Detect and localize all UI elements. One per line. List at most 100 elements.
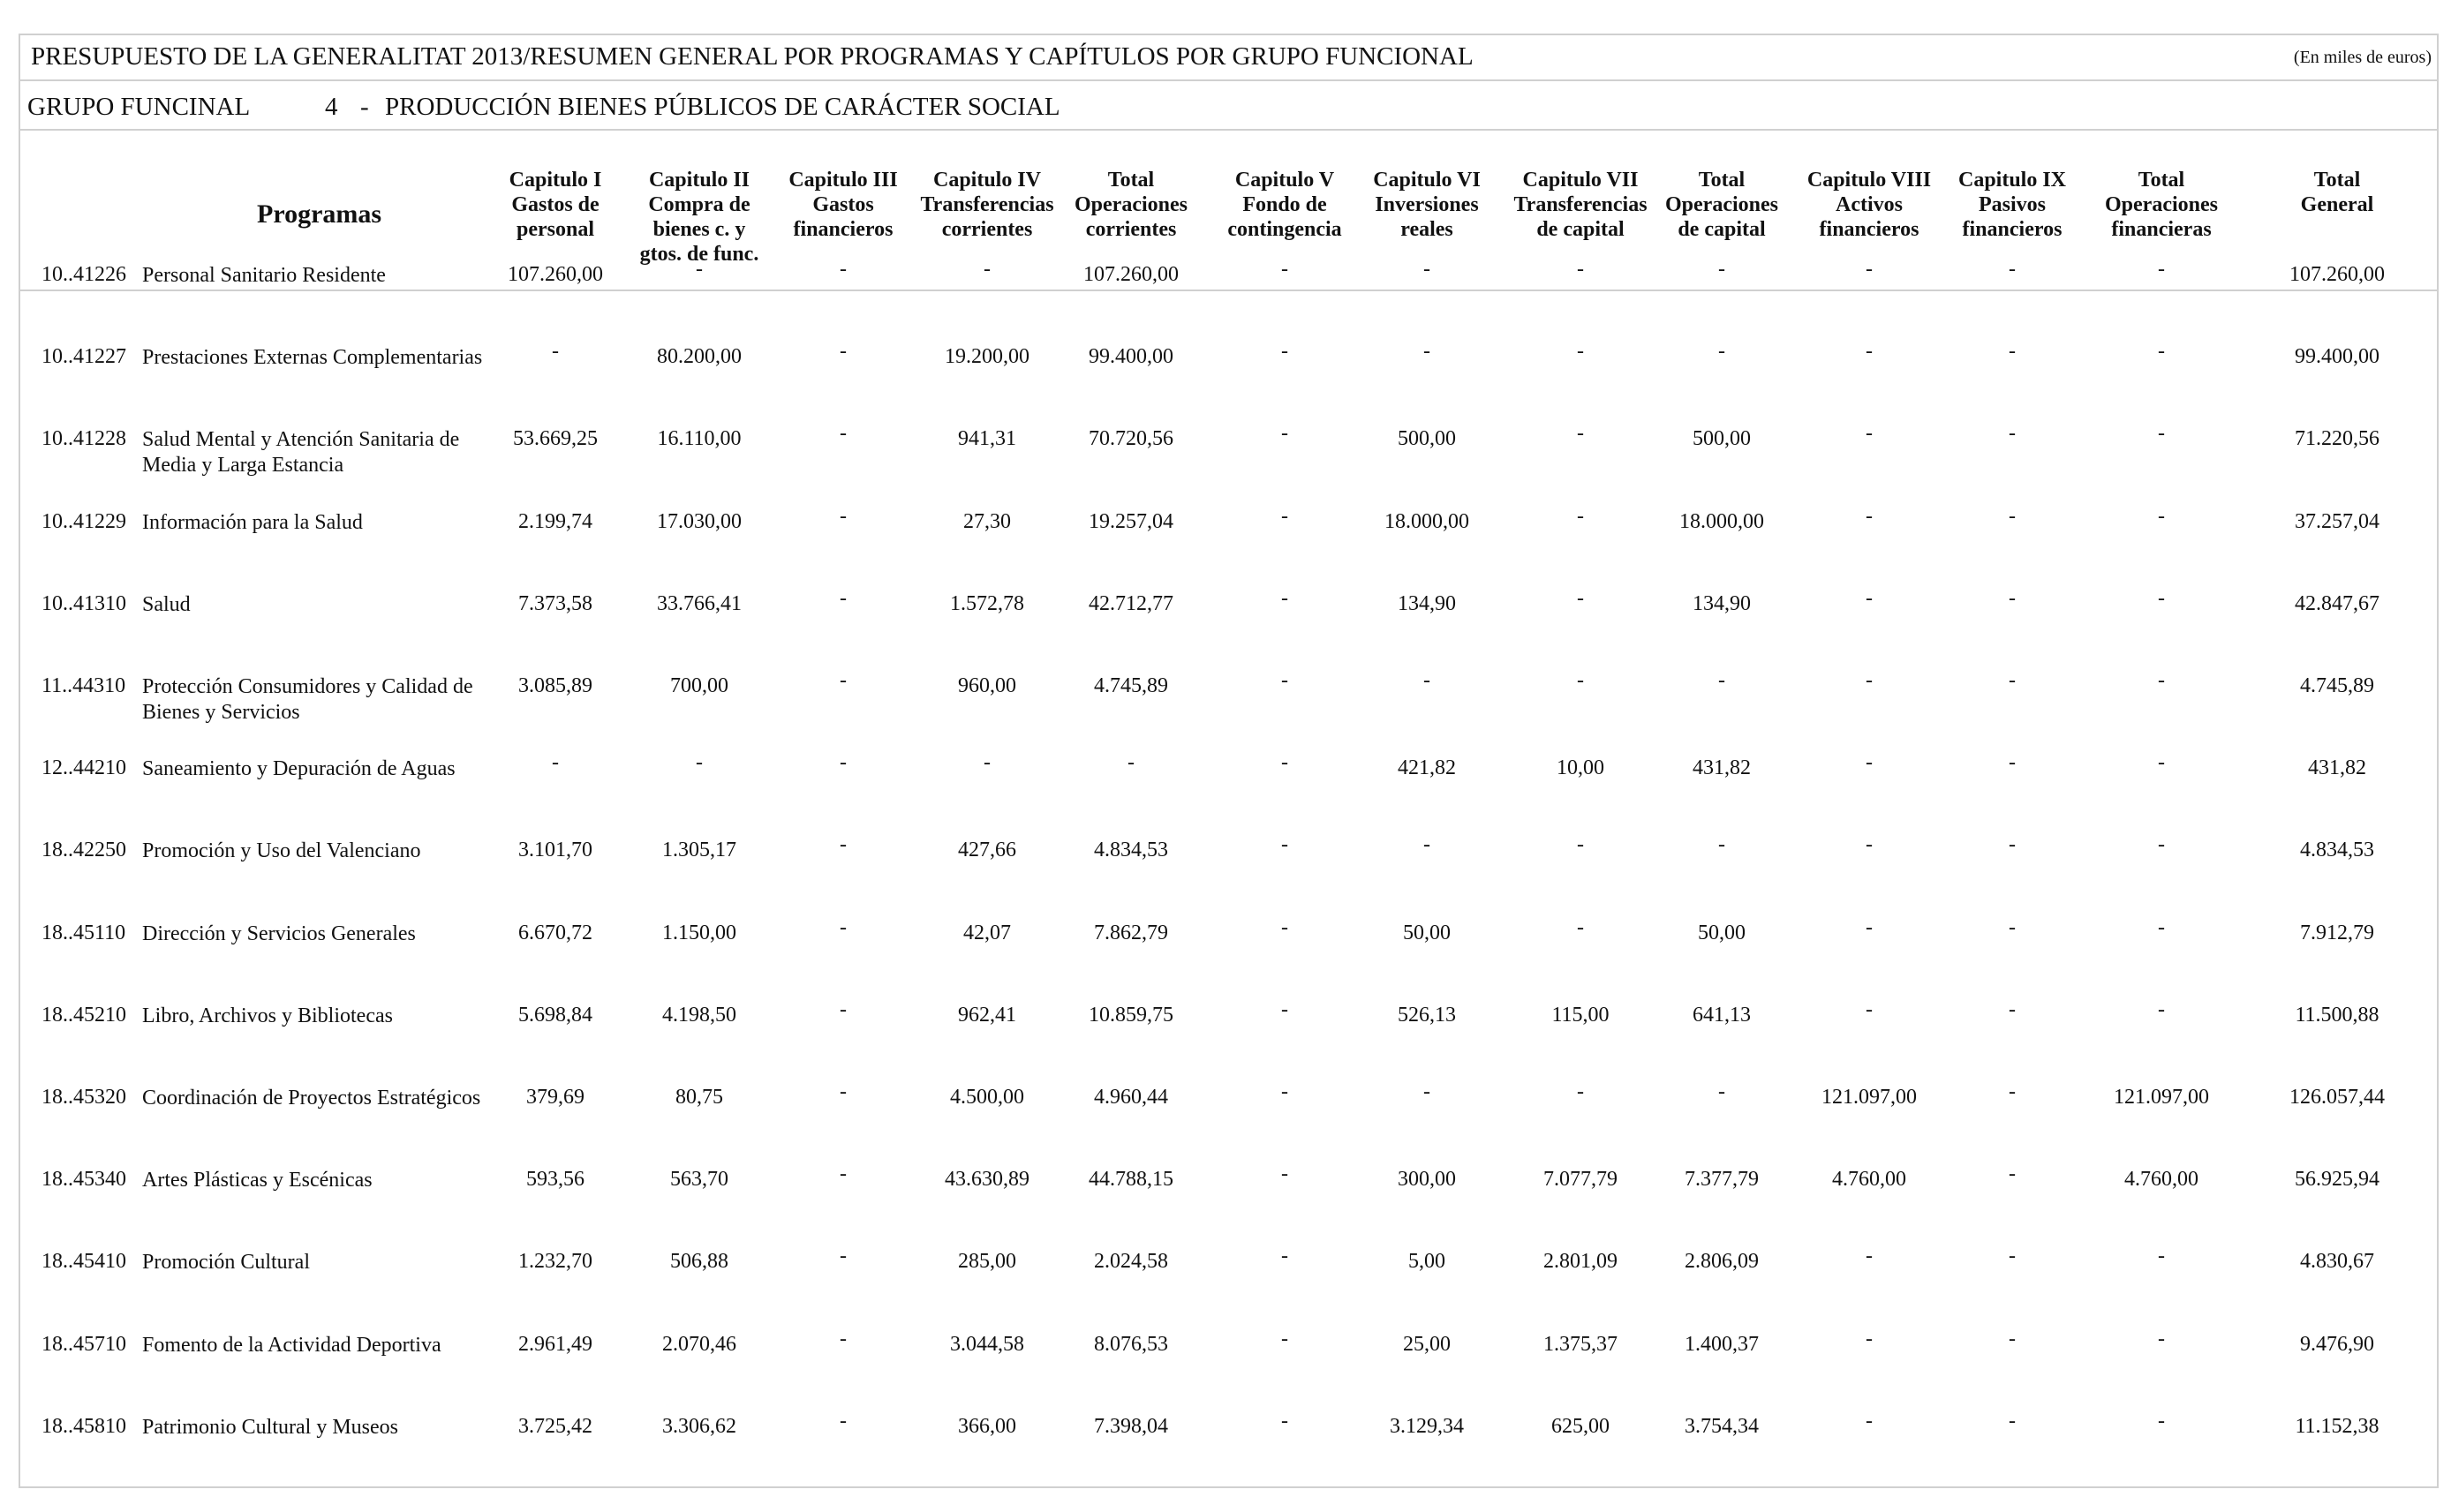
table-cell: - bbox=[1866, 1409, 1873, 1433]
table-cell: - bbox=[840, 833, 847, 857]
table-cell: - bbox=[840, 1162, 847, 1186]
table-cell: 3.129,34 bbox=[1390, 1414, 1464, 1438]
table-cell: - bbox=[840, 422, 847, 446]
table-cell: - bbox=[1866, 422, 1873, 446]
table-cell: - bbox=[1577, 586, 1584, 610]
table-row: 18..45710 Fomento de la Actividad Deporti… bbox=[20, 1328, 2437, 1415]
table-cell: 1.150,00 bbox=[662, 921, 736, 944]
table-cell: - bbox=[1577, 1080, 1584, 1103]
table-row: 18..45410 Promoción Cultural 1.232,70 506,8… bbox=[20, 1245, 2437, 1332]
program-code: 18..45320 bbox=[41, 1086, 126, 1109]
table-cell: 70.720,56 bbox=[1089, 427, 1173, 451]
table-cell: - bbox=[1281, 1162, 1288, 1186]
table-cell: - bbox=[1866, 340, 1873, 364]
table-cell: 1.572,78 bbox=[950, 591, 1024, 615]
table-cell: 18.000,00 bbox=[1384, 509, 1469, 533]
table-cell: 18.000,00 bbox=[1679, 509, 1764, 533]
table-cell: 4.500,00 bbox=[950, 1086, 1024, 1109]
table-cell: 25,00 bbox=[1403, 1332, 1451, 1356]
column-header: Total Operaciones corrientes bbox=[1075, 169, 1188, 241]
table-cell: 19.257,04 bbox=[1089, 509, 1173, 533]
program-name: Información para la Salud bbox=[142, 510, 363, 534]
table-cell: - bbox=[1866, 669, 1873, 692]
program-code: 10..41226 bbox=[41, 263, 126, 286]
program-name: Artes Plásticas y Escénicas bbox=[142, 1169, 373, 1192]
table-cell: - bbox=[840, 1409, 847, 1433]
table-cell: 7.912,79 bbox=[2300, 921, 2374, 944]
table-row: 18..42250 Promoción y Uso del Valenciano 3… bbox=[20, 833, 2437, 921]
column-header: Capitulo IX Pasivos financieros bbox=[1957, 169, 2067, 241]
table-cell: 42.847,67 bbox=[2295, 591, 2379, 615]
table-cell: - bbox=[1718, 669, 1725, 692]
column-header: Total Operaciones financieras bbox=[2105, 169, 2218, 241]
budget-table-frame: PRESUPUESTO DE LA GENERALITAT 2013/RESUM… bbox=[19, 34, 2439, 1488]
table-cell: - bbox=[1866, 1327, 1873, 1350]
table-row: 10..41226 Personal Sanitario Residente 107… bbox=[20, 258, 2437, 345]
table-cell: 3.101,70 bbox=[518, 839, 592, 862]
table-row: 18..45110 Dirección y Servicios Generales… bbox=[20, 916, 2437, 1004]
program-name: Coordinación de Proyectos Estratégicos bbox=[142, 1087, 481, 1110]
table-cell: - bbox=[840, 586, 847, 610]
table-row: 11..44310 Protección Consumidores y Calid… bbox=[20, 669, 2437, 756]
table-cell: - bbox=[2009, 1162, 2016, 1186]
table-cell: - bbox=[1577, 340, 1584, 364]
program-name: Promoción y Uso del Valenciano bbox=[142, 839, 421, 863]
column-header: Capitulo II Compra de bienes c. y gtos. … bbox=[639, 169, 759, 266]
table-cell: 7.077,79 bbox=[1543, 1168, 1618, 1192]
table-cell: - bbox=[1281, 340, 1288, 364]
program-name: Dirección y Servicios Generales bbox=[142, 921, 416, 945]
table-cell: 962,41 bbox=[958, 1003, 1016, 1027]
table-cell: - bbox=[1718, 833, 1725, 857]
table-cell: 99.400,00 bbox=[1089, 345, 1173, 369]
table-cell: - bbox=[1281, 1080, 1288, 1103]
table-cell: 563,70 bbox=[670, 1168, 728, 1192]
table-cell: - bbox=[2158, 669, 2165, 692]
table-cell: 121.097,00 bbox=[2114, 1086, 2209, 1109]
table-cell: 19.200,00 bbox=[945, 345, 1029, 369]
table-cell: - bbox=[1866, 915, 1873, 939]
table-cell: 625,00 bbox=[1551, 1414, 1610, 1438]
table-cell: 300,00 bbox=[1398, 1168, 1456, 1192]
table-cell: - bbox=[1577, 669, 1584, 692]
table-cell: - bbox=[1281, 669, 1288, 692]
table-cell: - bbox=[1718, 258, 1725, 281]
table-cell: - bbox=[1281, 915, 1288, 939]
table-cell: - bbox=[1866, 586, 1873, 610]
table-cell: 506,88 bbox=[670, 1250, 728, 1274]
program-name: Libro, Archivos y Bibliotecas bbox=[142, 1004, 393, 1027]
table-cell: - bbox=[984, 751, 991, 775]
table-cell: 42.712,77 bbox=[1089, 591, 1173, 615]
table-cell: 2.024,58 bbox=[1094, 1250, 1168, 1274]
table-row: 18..45210 Libro, Archivos y Bibliotecas 5.… bbox=[20, 998, 2437, 1086]
table-cell: 8.076,53 bbox=[1094, 1332, 1168, 1356]
table-cell: - bbox=[2158, 422, 2165, 446]
table-cell: - bbox=[2158, 504, 2165, 528]
program-name: Patrimonio Cultural y Museos bbox=[142, 1415, 398, 1439]
column-header: Capitulo V Fondo de contingencia bbox=[1227, 169, 1342, 241]
table-cell: - bbox=[2158, 586, 2165, 610]
table-cell: 107.260,00 bbox=[508, 263, 603, 286]
table-row: 10..41310 Salud 7.373,58 33.766,41 - 1.572,78… bbox=[20, 587, 2437, 674]
table-cell: 99.400,00 bbox=[2295, 345, 2379, 369]
table-cell: 427,66 bbox=[958, 839, 1016, 862]
functional-group-row: GRUPO FUNCINAL 4 - PRODUCCIÓN BIENES PÚB… bbox=[20, 81, 2437, 131]
table-cell: 3.306,62 bbox=[662, 1414, 736, 1438]
table-cell: - bbox=[1281, 1327, 1288, 1350]
table-cell: - bbox=[840, 504, 847, 528]
table-cell: 7.862,79 bbox=[1094, 921, 1168, 944]
group-number: 4 bbox=[325, 93, 338, 121]
table-cell: - bbox=[2009, 504, 2016, 528]
table-cell: 1.375,37 bbox=[1543, 1332, 1618, 1356]
table-cell: 379,69 bbox=[526, 1086, 584, 1109]
title-row: PRESUPUESTO DE LA GENERALITAT 2013/RESUM… bbox=[20, 35, 2437, 81]
table-cell: - bbox=[1423, 258, 1430, 281]
table-cell: - bbox=[1866, 833, 1873, 857]
column-header: Capitulo VI Inversiones reales bbox=[1373, 169, 1481, 241]
table-row: 10..41228 Salud Mental y Atención Sanitar… bbox=[20, 422, 2437, 509]
table-cell: - bbox=[1423, 669, 1430, 692]
table-cell: - bbox=[2009, 915, 2016, 939]
table-row: 12..44210 Saneamiento y Depuración de Agu… bbox=[20, 751, 2437, 839]
units-note: (En miles de euros) bbox=[2293, 48, 2432, 67]
program-name: Salud Mental y Atención Sanitaria de Med… bbox=[142, 428, 460, 478]
program-code: 10..41227 bbox=[41, 345, 126, 369]
